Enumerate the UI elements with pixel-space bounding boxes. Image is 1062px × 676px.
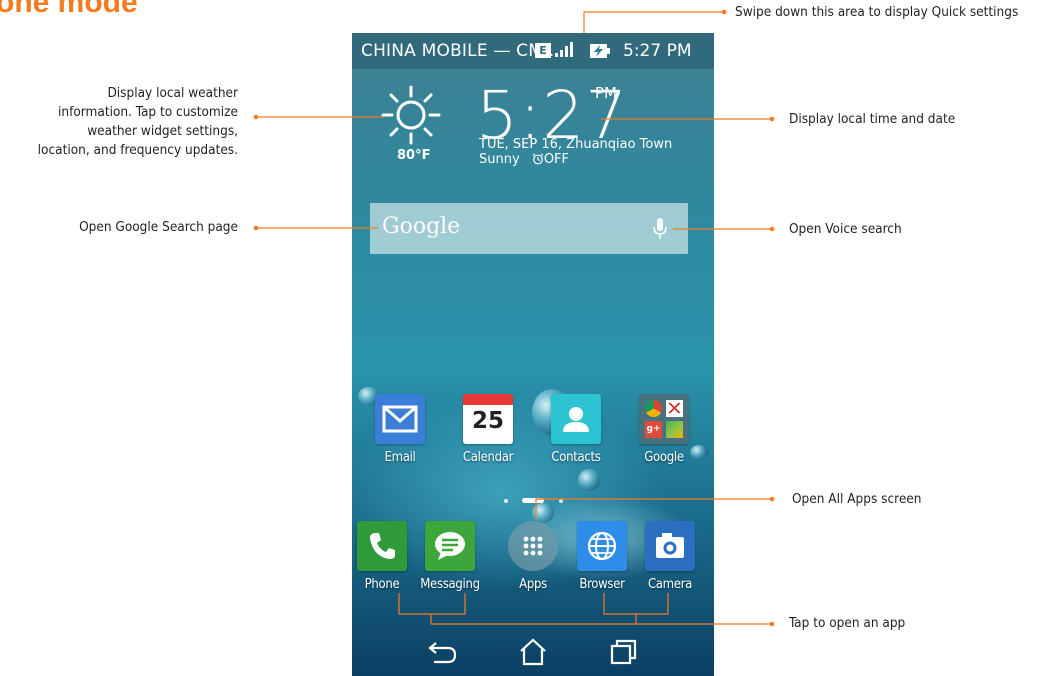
page-dot	[559, 499, 563, 503]
callout-weather-line: information. Tap to customize	[58, 104, 238, 120]
page-heading: one mode	[0, 0, 138, 19]
callout-weather: Display local weather information. Tap t…	[6, 84, 238, 160]
page-dot	[504, 499, 508, 503]
app-label: Messaging	[420, 577, 480, 592]
app-calendar[interactable]: 25 Calendar	[448, 394, 528, 465]
water-drop	[532, 503, 554, 523]
status-time: 5:27 PM	[623, 41, 692, 61]
clock-ampm: PM	[595, 84, 617, 102]
app-label: Camera	[647, 577, 693, 592]
app-messaging[interactable]: Messaging	[410, 521, 490, 592]
navigation-bar	[352, 631, 714, 676]
globe-icon	[577, 521, 627, 571]
back-icon[interactable]	[426, 637, 460, 667]
google-logo: Google	[382, 214, 461, 239]
weather-condition: Sunny	[479, 152, 520, 167]
callout-weather-line: weather widget settings,	[87, 123, 238, 139]
carrier-name: CHINA MOBILE — CM...	[361, 41, 560, 61]
app-google-folder[interactable]: g+ Google	[624, 394, 704, 465]
app-email[interactable]: Email	[360, 394, 440, 465]
google-search-bar[interactable]: Google	[370, 203, 688, 254]
contacts-icon	[551, 394, 601, 444]
signal-strength-icon	[555, 42, 573, 57]
app-camera[interactable]: Camera	[630, 521, 710, 592]
temperature-label: 80°F	[397, 148, 431, 163]
callout-quick-settings: Swipe down this area to display Quick se…	[735, 4, 1019, 20]
callout-voice-search: Open Voice search	[789, 221, 902, 237]
app-label: Google	[644, 450, 684, 465]
network-type-badge: E	[535, 43, 551, 58]
sun-icon[interactable]	[376, 83, 446, 149]
app-label: Apps	[519, 577, 547, 592]
alarm-clock-icon	[532, 153, 544, 165]
water-drop	[578, 469, 600, 491]
weather-condition-row: Sunny OFF	[479, 152, 569, 167]
callout-time-date: Display local time and date	[789, 111, 956, 127]
phone-icon	[357, 521, 407, 571]
app-label: Contacts	[551, 450, 601, 465]
callout-google-search: Open Google Search page	[79, 219, 238, 235]
calendar-day: 25	[471, 408, 504, 434]
calendar-icon: 25	[463, 394, 513, 444]
callout-weather-line: location, and frequency updates.	[37, 142, 238, 158]
app-contacts[interactable]: Contacts	[536, 394, 616, 465]
battery-charging-icon	[590, 44, 610, 58]
home-icon[interactable]	[517, 637, 549, 667]
status-bar[interactable]: CHINA MOBILE — CM... E 5:27 PM	[352, 33, 714, 69]
microphone-icon[interactable]	[652, 217, 668, 241]
app-label: Calendar	[462, 450, 514, 465]
camera-icon	[645, 521, 695, 571]
phone-home-screen: CHINA MOBILE — CM... E 5:27 PM 80°F 5:27…	[352, 33, 714, 676]
google-folder-icon: g+	[639, 394, 689, 444]
callout-open-app: Tap to open an app	[789, 615, 906, 631]
messaging-icon	[425, 521, 475, 571]
email-icon	[375, 394, 425, 444]
recent-apps-icon[interactable]	[608, 637, 638, 667]
date-location: TUE, SEP 16, Zhuanqiao Town	[479, 137, 673, 152]
app-all-apps[interactable]: Apps	[493, 521, 573, 592]
page-dot-active	[522, 498, 544, 503]
callout-weather-line: Display local weather	[107, 85, 238, 101]
app-label: Email	[384, 450, 416, 465]
alarm-status: OFF	[543, 152, 569, 167]
callout-all-apps: Open All Apps screen	[792, 491, 922, 507]
all-apps-icon	[508, 521, 558, 571]
